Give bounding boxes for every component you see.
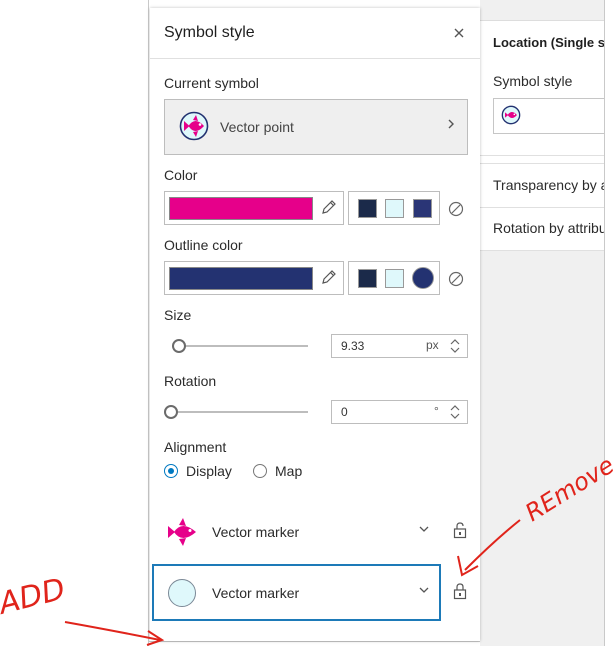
outline-color-picker[interactable] <box>164 261 344 295</box>
size-input[interactable]: 9.33 px <box>331 334 468 358</box>
recent-color-swatch[interactable] <box>413 199 432 218</box>
recent-color-swatch[interactable] <box>385 199 404 218</box>
selected-layer-highlight <box>152 564 441 621</box>
fish-icon <box>168 518 196 546</box>
color-label: Color <box>164 167 198 183</box>
map-radio-label[interactable]: Map <box>275 463 302 479</box>
recent-outline-colors <box>348 261 440 295</box>
size-slider-thumb[interactable] <box>172 339 186 353</box>
lock-icon[interactable] <box>453 582 467 600</box>
rotation-value: 0 <box>341 405 348 419</box>
recent-color-swatch-selected[interactable] <box>412 267 434 289</box>
separator <box>480 155 604 156</box>
recent-color-swatch[interactable] <box>358 269 377 288</box>
separator <box>480 207 604 208</box>
spinner-icon[interactable] <box>448 403 462 421</box>
pencil-icon[interactable] <box>320 268 338 286</box>
current-symbol-name: Vector point <box>220 119 294 135</box>
rotation-label: Rotation <box>164 373 217 389</box>
map-radio[interactable] <box>253 464 267 478</box>
header-separator <box>150 58 480 59</box>
size-value: 9.33 <box>341 339 365 353</box>
rotation-input[interactable]: 0 ° <box>331 400 468 424</box>
symbol-style-panel: Symbol style Current symbol Vector point… <box>150 8 480 641</box>
rotation-by-attribute-row[interactable]: Rotation by attribu <box>493 220 604 236</box>
current-symbol-label: Current symbol <box>164 75 259 91</box>
separator <box>480 163 604 164</box>
outline-color-swatch[interactable] <box>169 267 313 290</box>
size-label: Size <box>164 307 192 323</box>
panel-title: Symbol style <box>164 24 255 41</box>
size-slider-track[interactable] <box>172 345 308 347</box>
recent-color-swatch[interactable] <box>385 269 404 288</box>
add-arrow <box>64 621 161 641</box>
display-radio[interactable] <box>164 464 178 478</box>
color-swatch[interactable] <box>169 197 313 220</box>
recent-color-swatch[interactable] <box>358 199 377 218</box>
size-unit: px <box>426 338 439 352</box>
symbol-layer-row[interactable]: Vector marker <box>150 504 480 564</box>
separator <box>480 250 604 251</box>
unlock-icon[interactable] <box>453 521 467 539</box>
outline-color-label: Outline color <box>164 237 243 253</box>
chevron-down-icon[interactable] <box>418 522 430 538</box>
no-color-icon[interactable] <box>448 201 464 217</box>
color-picker[interactable] <box>164 191 344 225</box>
transparency-by-attribute-row[interactable]: Transparency by a <box>493 177 604 193</box>
alignment-label: Alignment <box>164 439 227 455</box>
spinner-icon[interactable] <box>448 337 462 355</box>
window-border-right <box>604 0 605 646</box>
fish-symbol-icon <box>501 105 521 125</box>
rotation-slider-track[interactable] <box>164 411 308 413</box>
chevron-right-icon <box>446 117 456 136</box>
fish-symbol-icon <box>179 111 209 141</box>
rotation-unit: ° <box>434 404 439 418</box>
pencil-icon[interactable] <box>320 198 338 216</box>
display-radio-label[interactable]: Display <box>186 463 232 479</box>
current-symbol-button[interactable]: Vector point <box>164 99 468 155</box>
no-color-icon[interactable] <box>448 271 464 287</box>
location-style-title: Location (Single s <box>493 35 604 50</box>
symbol-style-selector[interactable] <box>493 98 604 134</box>
window-border-left <box>148 0 149 646</box>
add-annotation: ADD <box>0 572 69 623</box>
layer-label: Vector marker <box>212 524 300 540</box>
symbol-style-label: Symbol style <box>493 73 573 89</box>
radio-dot <box>168 468 174 474</box>
close-icon[interactable] <box>450 24 468 42</box>
rotation-slider-thumb[interactable] <box>164 405 178 419</box>
location-style-panel: Location (Single s Symbol style Transpar… <box>480 20 604 251</box>
recent-colors <box>348 191 440 225</box>
